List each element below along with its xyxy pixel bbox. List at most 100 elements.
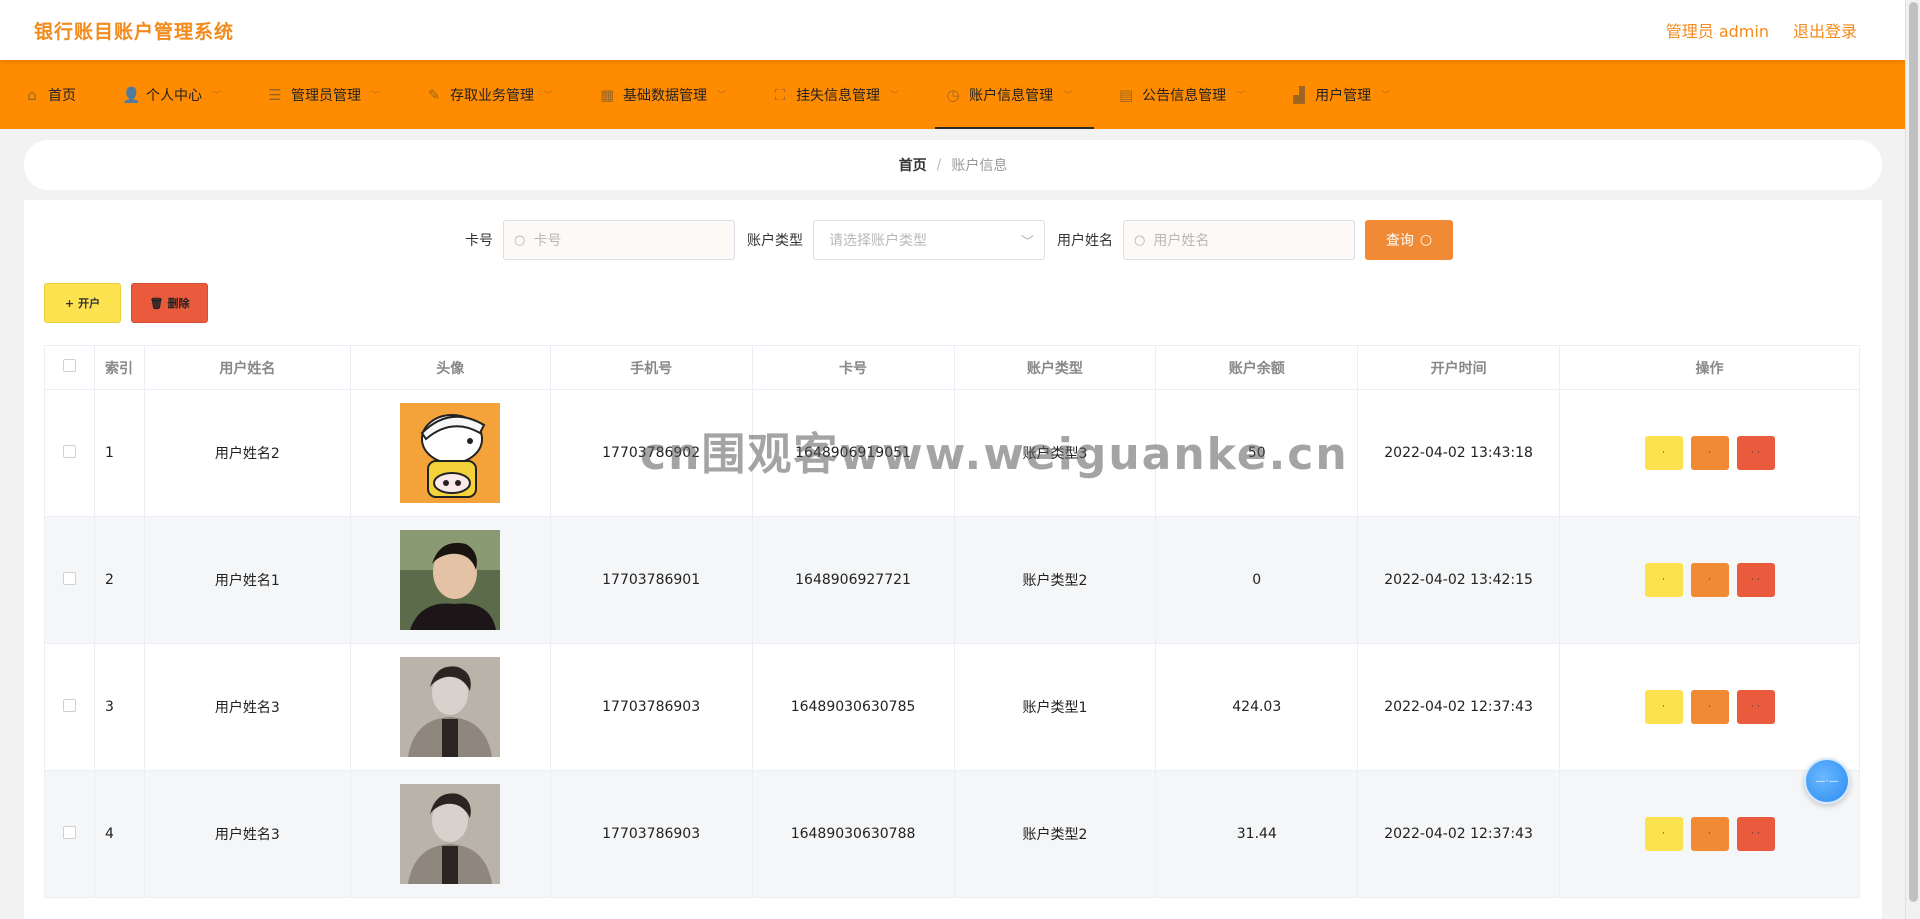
query-button-label: 查询 xyxy=(1385,233,1414,249)
avatar xyxy=(400,530,501,630)
clock-icon: ◷ xyxy=(946,85,960,104)
header-avatar: 头像 xyxy=(349,345,551,390)
view-button[interactable]: · xyxy=(1644,690,1683,724)
row-open-time: 2022-04-02 13:42:15 xyxy=(1357,516,1561,644)
row-user-name: 用户姓名3 xyxy=(143,643,351,771)
chart-icon: ▟ xyxy=(1293,85,1305,104)
row-user-name: 用户姓名3 xyxy=(143,770,351,898)
dash-icon: —·— xyxy=(1815,775,1839,787)
action-buttons: + 开户 🗑 删除 xyxy=(44,283,208,323)
row-index: 2 xyxy=(93,516,145,644)
nav-personal-center[interactable]: 👤 个人中心 ﹀ xyxy=(112,60,243,129)
edit-button[interactable]: · xyxy=(1690,436,1729,470)
breadcrumb-current: 账户信息 xyxy=(951,158,1008,174)
row-delete-button[interactable]: · · xyxy=(1736,563,1775,597)
header-balance: 账户余额 xyxy=(1155,345,1359,390)
header-open-time: 开户时间 xyxy=(1357,345,1561,390)
edit-button[interactable]: · xyxy=(1690,817,1729,851)
scrollbar-thumb[interactable] xyxy=(1909,2,1918,902)
row-index: 3 xyxy=(93,643,145,771)
row-open-time: 2022-04-02 13:43:18 xyxy=(1357,389,1561,517)
fullscreen-icon: ⛶ xyxy=(774,85,786,104)
view-button[interactable]: · xyxy=(1644,563,1683,597)
row-checkbox[interactable] xyxy=(62,571,76,585)
nav-basic-data-management-label: 基础数据管理 xyxy=(623,87,708,104)
nav-notice-management[interactable]: ▤ 公告信息管理 ﹀ xyxy=(1108,60,1267,129)
nav-home[interactable]: ⌂ 首页 xyxy=(14,60,98,129)
chevron-down-icon: ﹀ xyxy=(717,91,727,101)
user-name-input[interactable]: ○ 用户姓名 xyxy=(1123,220,1355,260)
table-row: 3 用户姓名3 17703786903 16489030630785 账户类型1 xyxy=(44,643,1860,771)
row-balance: 50 xyxy=(1155,389,1359,517)
avatar xyxy=(400,657,501,757)
row-phone: 17703786903 xyxy=(549,643,753,771)
row-delete-button[interactable]: · · xyxy=(1736,690,1775,724)
view-button[interactable]: · xyxy=(1644,436,1683,470)
select-all-cell[interactable] xyxy=(44,345,95,390)
delete-label: 删除 xyxy=(167,297,190,310)
query-button[interactable]: 查询 ○ xyxy=(1365,220,1453,260)
nav-deposit-management[interactable]: ✎ 存取业务管理 ﹀ xyxy=(416,60,575,129)
edit-button[interactable]: · xyxy=(1690,563,1729,597)
header-user-name: 用户姓名 xyxy=(143,345,351,390)
nav-notice-management-label: 公告信息管理 xyxy=(1142,87,1227,104)
edit-button[interactable]: · xyxy=(1690,690,1729,724)
nav-admin-management-label: 管理员管理 xyxy=(291,87,362,104)
top-right-links: 管理员 admin 退出登录 xyxy=(1666,18,1857,42)
breadcrumb-home[interactable]: 首页 xyxy=(899,155,927,175)
open-account-button[interactable]: + 开户 xyxy=(44,283,121,323)
nav-basic-data-management[interactable]: ▦ 基础数据管理 ﹀ xyxy=(589,60,748,129)
nav-deposit-management-label: 存取业务管理 xyxy=(450,87,535,104)
breadcrumb-separator: / xyxy=(936,157,942,173)
row-delete-button[interactable]: · · xyxy=(1736,436,1775,470)
nav-loss-report-management[interactable]: ⛶ 挂失信息管理 ﹀ xyxy=(762,60,921,129)
account-type-select[interactable]: 请选择账户类型 ﹀ xyxy=(813,220,1045,260)
row-checkbox[interactable] xyxy=(62,444,76,458)
nav-home-label: 首页 xyxy=(48,87,76,104)
card-number-input[interactable]: ○ 卡号 xyxy=(503,220,735,260)
view-button[interactable]: · xyxy=(1644,817,1683,851)
nav-loss-report-management-label: 挂失信息管理 xyxy=(796,87,881,104)
search-icon: ○ xyxy=(514,232,526,248)
current-user-link[interactable]: 管理员 admin xyxy=(1666,18,1769,42)
header-card-number: 卡号 xyxy=(751,345,955,390)
nav-admin-management[interactable]: ☰ 管理员管理 ﹀ xyxy=(257,60,402,129)
user-name-placeholder: 用户姓名 xyxy=(1153,233,1210,249)
row-user-name: 用户姓名1 xyxy=(143,516,351,644)
row-delete-button[interactable]: · · xyxy=(1736,817,1775,851)
home-icon: ⌂ xyxy=(27,85,37,104)
chevron-down-icon: ﹀ xyxy=(544,91,554,101)
row-checkbox[interactable] xyxy=(62,698,76,712)
row-index: 4 xyxy=(93,770,145,898)
chevron-down-icon: ﹀ xyxy=(1063,91,1073,101)
search-icon: ○ xyxy=(1134,232,1146,248)
clipboard-icon: ▤ xyxy=(1119,85,1134,104)
row-user-name: 用户姓名2 xyxy=(143,389,351,517)
row-phone: 17703786902 xyxy=(549,389,753,517)
main-nav: ⌂ 首页 👤 个人中心 ﹀ ☰ 管理员管理 ﹀ ✎ 存取业务管理 ﹀ ▦ 基础数… xyxy=(0,60,1905,129)
avatar xyxy=(400,784,501,884)
row-phone: 17703786901 xyxy=(549,516,753,644)
delete-button[interactable]: 🗑 删除 xyxy=(131,283,208,323)
floating-action-button[interactable]: —·— xyxy=(1804,758,1850,804)
row-account-type: 账户类型2 xyxy=(953,516,1157,644)
nav-account-info-management[interactable]: ◷ 账户信息管理 ﹀ xyxy=(935,60,1095,129)
table-header-row: 索引 用户姓名 头像 手机号 卡号 账户类型 账户余额 开户时间 操作 xyxy=(44,345,1860,390)
avatar xyxy=(400,403,501,503)
row-balance: 424.03 xyxy=(1155,643,1359,771)
chevron-down-icon: ﹀ xyxy=(1020,234,1034,250)
content-panel: 卡号 ○ 卡号 账户类型 请选择账户类型 ﹀ 用户姓名 ○ 用户姓名 查询 ○ … xyxy=(24,200,1882,919)
page-scrollbar[interactable] xyxy=(1905,0,1920,919)
nav-user-management[interactable]: ▟ 用户管理 ﹀ xyxy=(1281,60,1412,129)
edit-icon: ✎ xyxy=(427,85,441,104)
search-icon: ○ xyxy=(1419,232,1433,248)
row-open-time: 2022-04-02 12:37:43 xyxy=(1357,770,1561,898)
row-account-type: 账户类型1 xyxy=(953,643,1157,771)
top-bar: 银行账目账户管理系统 管理员 admin 退出登录 xyxy=(0,0,1905,60)
nav-personal-center-label: 个人中心 xyxy=(146,87,202,104)
logout-link[interactable]: 退出登录 xyxy=(1793,18,1857,42)
row-checkbox[interactable] xyxy=(62,825,76,839)
header-account-type: 账户类型 xyxy=(953,345,1157,390)
row-account-type: 账户类型3 xyxy=(953,389,1157,517)
select-all-checkbox[interactable] xyxy=(62,359,76,372)
